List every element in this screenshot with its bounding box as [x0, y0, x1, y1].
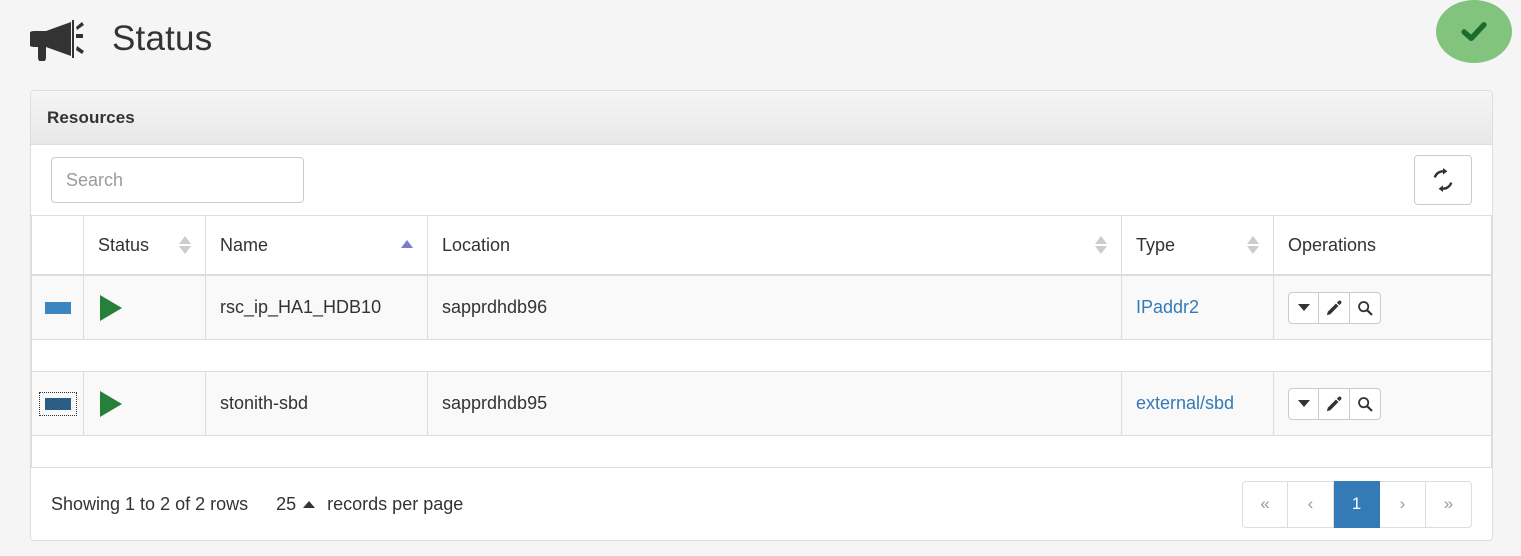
- column-header-expand: [31, 215, 84, 276]
- edit-button[interactable]: [1319, 291, 1350, 324]
- cell-expand: [31, 274, 84, 340]
- cell-location: sapprdhdb96: [427, 274, 1122, 340]
- pagination-next-button[interactable]: ›: [1380, 480, 1426, 528]
- records-per-page-label: records per page: [327, 493, 464, 514]
- operations-button-group: [1288, 291, 1381, 324]
- operations-button-group: [1288, 387, 1381, 420]
- table-row: stonith-sbd sapprdhdb95 external/sbd: [31, 371, 1492, 436]
- page-size-value: 25: [276, 493, 297, 514]
- table-footer: Showing 1 to 2 of 2 rows 25 records per …: [31, 468, 1492, 540]
- pencil-icon: [1326, 300, 1342, 316]
- sort-desc-icon: [1095, 246, 1107, 254]
- column-header-type[interactable]: Type: [1121, 215, 1274, 276]
- row-collapse-toggle[interactable]: [38, 392, 77, 417]
- page-header: Status: [0, 0, 1521, 76]
- edit-button[interactable]: [1319, 387, 1350, 420]
- sort-asc-icon: [401, 240, 413, 248]
- column-header-name[interactable]: Name: [205, 215, 428, 276]
- pagination-detail: Showing 1 to 2 of 2 rows 25 records per …: [51, 494, 463, 515]
- detail-panel: [31, 435, 1492, 468]
- cell-type: IPaddr2: [1121, 274, 1274, 340]
- column-label-location: Location: [442, 234, 511, 255]
- cell-expand: [31, 371, 84, 436]
- column-label-type: Type: [1136, 234, 1176, 255]
- caret-down-icon: [1297, 400, 1310, 407]
- refresh-icon: [1431, 168, 1455, 192]
- sort-asc-icon: [179, 236, 191, 244]
- sort-asc-icon: [1247, 236, 1259, 244]
- cell-operations: [1273, 371, 1492, 436]
- table-row-detail: [31, 435, 1492, 468]
- detail-panel: [31, 339, 1492, 372]
- play-icon: [100, 390, 122, 417]
- page-title: Status: [112, 18, 213, 58]
- check-icon: [1461, 21, 1487, 41]
- table-row: rsc_ip_HA1_HDB10 sapprdhdb96 IPaddr2: [31, 274, 1492, 340]
- panel-heading: Resources: [31, 91, 1492, 145]
- column-label-status: Status: [98, 234, 150, 255]
- pagination: « ‹ 1 › »: [1242, 480, 1472, 528]
- table-toolbar: [31, 145, 1492, 215]
- table-header-row: Status Name Location Type Operations: [31, 215, 1492, 276]
- pagination-last-button[interactable]: »: [1426, 480, 1472, 528]
- pagination-first-button[interactable]: «: [1242, 480, 1288, 528]
- table-row-detail: [31, 339, 1492, 372]
- column-label-operations: Operations: [1288, 234, 1377, 255]
- cell-name: stonith-sbd: [205, 371, 428, 436]
- column-header-location[interactable]: Location: [427, 215, 1122, 276]
- play-icon: [100, 294, 122, 321]
- pencil-icon: [1326, 396, 1342, 412]
- refresh-button[interactable]: [1414, 155, 1472, 205]
- caret-up-icon: [303, 500, 316, 508]
- sort-desc-icon: [179, 246, 191, 254]
- resource-type-link[interactable]: external/sbd: [1136, 393, 1234, 413]
- operations-dropdown-button[interactable]: [1288, 387, 1319, 420]
- cell-status: [83, 274, 206, 340]
- status-badge: [1436, 0, 1512, 63]
- search-input[interactable]: [51, 157, 304, 203]
- resource-type-link[interactable]: IPaddr2: [1136, 297, 1199, 317]
- sort-arrows-name[interactable]: [401, 240, 413, 250]
- cell-type: external/sbd: [1121, 371, 1274, 436]
- sort-asc-icon: [1095, 236, 1107, 244]
- sort-arrows-location[interactable]: [1095, 236, 1107, 254]
- sort-arrows-status[interactable]: [179, 236, 191, 254]
- resources-table: Status Name Location Type Operations rsc…: [31, 215, 1492, 468]
- sort-arrows-type[interactable]: [1247, 236, 1259, 254]
- operations-dropdown-button[interactable]: [1288, 291, 1319, 324]
- table-body: rsc_ip_HA1_HDB10 sapprdhdb96 IPaddr2 sto…: [31, 274, 1492, 468]
- row-collapse-toggle[interactable]: [44, 302, 71, 315]
- cell-location: sapprdhdb95: [427, 371, 1122, 436]
- bullhorn-icon: [26, 17, 84, 62]
- search-icon: [1357, 396, 1373, 412]
- pagination-prev-button[interactable]: ‹: [1288, 480, 1334, 528]
- details-button[interactable]: [1350, 291, 1381, 324]
- panel-title: Resources: [47, 107, 135, 127]
- sort-desc-icon: [1247, 246, 1259, 254]
- page-size-dropdown[interactable]: 25: [276, 493, 316, 515]
- search-icon: [1357, 300, 1373, 316]
- showing-rows-text: Showing 1 to 2 of 2 rows: [51, 493, 249, 514]
- column-label-name: Name: [220, 234, 269, 255]
- cell-name: rsc_ip_HA1_HDB10: [205, 274, 428, 340]
- column-header-operations: Operations: [1273, 215, 1492, 276]
- details-button[interactable]: [1350, 387, 1381, 420]
- table-header: Status Name Location Type Operations: [31, 215, 1492, 276]
- panel-body: Status Name: [31, 145, 1492, 540]
- pagination-page-1[interactable]: 1: [1334, 480, 1380, 528]
- column-header-status[interactable]: Status: [83, 215, 206, 276]
- cell-operations: [1273, 274, 1492, 340]
- cell-status: [83, 371, 206, 436]
- caret-down-icon: [1297, 304, 1310, 311]
- resources-panel: Resources Search Status Name Location Ty…: [30, 90, 1493, 541]
